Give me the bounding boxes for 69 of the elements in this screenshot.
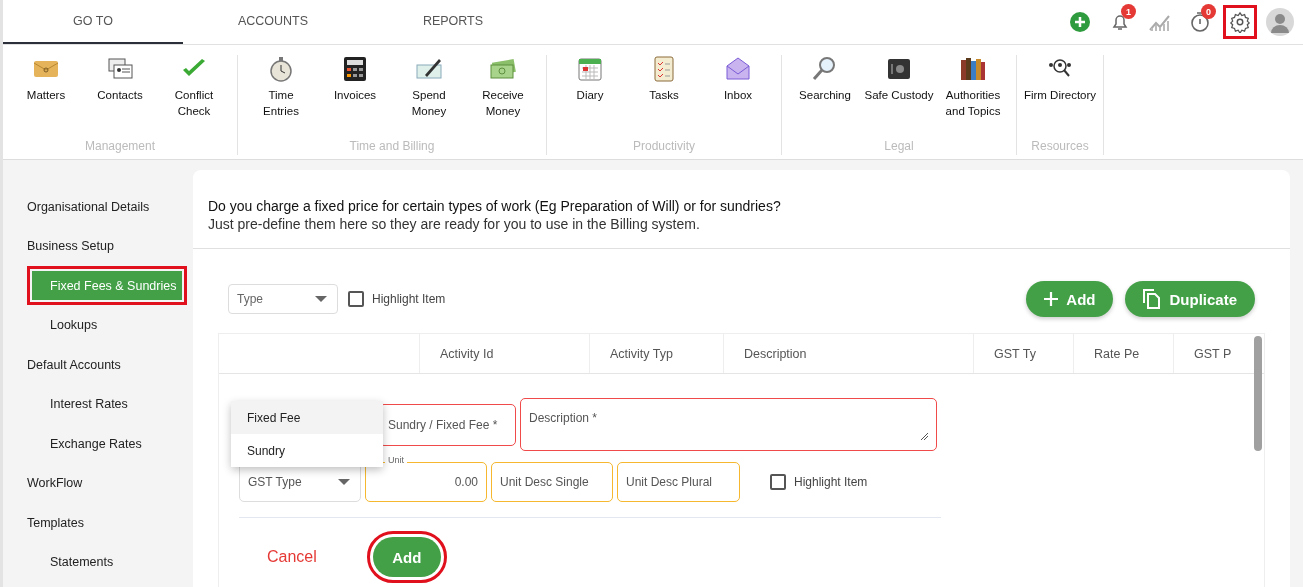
nav-tab[interactable]: REPORTS [363,0,543,44]
envelope-icon [723,55,753,83]
settings-icon [1229,11,1251,33]
description-field[interactable]: Description * [520,398,937,451]
field-label: Unit [385,455,407,465]
ribbon-label[interactable]: Spend Money [411,87,447,119]
column-header[interactable]: Rate Pe [1073,334,1173,373]
avatar-icon [1266,8,1294,36]
ribbon-label[interactable]: Conflict Check [174,87,214,119]
menu-option[interactable]: Sundry [231,434,383,467]
group-label: Management [83,139,156,155]
caret-icon [315,296,327,302]
nav-tab[interactable]: GO TO [3,0,183,44]
stopwatch-icon [1190,11,1210,33]
add-icon [1069,11,1091,33]
ribbon-label[interactable]: Tasks [649,87,679,103]
type-select[interactable]: Type [228,284,338,314]
menu-option[interactable]: Fixed Fee [231,401,383,434]
nav-tab[interactable]: ACCOUNTS [183,0,363,44]
ribbon-label[interactable]: Contacts [97,87,143,103]
sidebar-item[interactable]: Default Accounts [3,349,193,380]
ribbon-label[interactable]: Safe Custody [864,87,934,103]
sidebar-item[interactable]: Business Setup [3,231,193,262]
column-header[interactable]: Activity Typ [589,334,723,373]
caret-icon [338,479,350,485]
sidebar-item[interactable]: Exchange Rates [3,428,193,459]
ribbon-label[interactable]: Inbox [723,87,753,103]
group-label: Resources [1030,139,1090,155]
cancel-button[interactable]: Cancel [249,538,335,576]
checkbox[interactable] [348,291,364,307]
checkbox-label: Highlight Item [794,475,868,489]
checkbox[interactable] [770,474,786,490]
sidebar-item[interactable]: Interest Rates [3,389,193,419]
scrollbar[interactable] [1254,336,1262,451]
intro-text: Do you charge a fixed price for certain types of work (Eg Preparation of Will) or for sundries? [208,198,782,214]
group-label: Legal [883,139,915,155]
count-badge: 0 [1201,4,1216,19]
checkbox-label: Highlight Item [372,292,446,306]
column-header[interactable]: Description [723,334,973,373]
sidebar-item[interactable]: Statements [3,547,193,577]
toolbar-button[interactable]: 1 [1103,5,1137,39]
sidebar-item[interactable]: Lookups [3,310,193,340]
sidebar-item[interactable]: Organisational Details [3,192,193,222]
plus-icon [1044,292,1059,306]
books-icon [958,55,988,83]
count-badge: 1 [1121,4,1136,19]
toolbar-button[interactable] [1223,5,1257,39]
ribbon-label[interactable]: Searching [799,87,851,103]
resize-handle-icon [921,433,928,440]
toolbar-button[interactable] [1263,5,1297,39]
group-label: Productivity [632,139,696,155]
ribbon-label[interactable]: Authorities and Topics [945,87,1001,119]
ribbon-label[interactable]: Invoices [333,87,377,103]
input-field[interactable]: Unit Desc Plural [617,462,740,502]
copy-icon [1143,289,1162,309]
column-header[interactable]: Activity Id [419,334,589,373]
ribbon-label[interactable]: Diary [576,87,604,103]
group-label: Time and Billing [348,139,436,155]
column-header[interactable]: GST Ty [973,334,1073,373]
ribbon-label[interactable]: Firm Directory [1023,87,1097,103]
sidebar-item[interactable]: Templates [3,507,193,538]
sidebar-item[interactable]: WorkFlow [3,468,193,498]
ribbon-label[interactable]: Time Entries [263,87,299,119]
toolbar-button[interactable]: 0 [1183,5,1217,39]
intro-text: Just pre-define them here so they are ready for you to use in the Billing system. [208,216,701,232]
input-field[interactable]: Unit Desc Single [491,462,613,502]
calendar-icon [575,55,605,83]
ribbon-label[interactable]: Receive Money [482,87,524,119]
ribbon-label[interactable]: Matters [26,87,66,103]
